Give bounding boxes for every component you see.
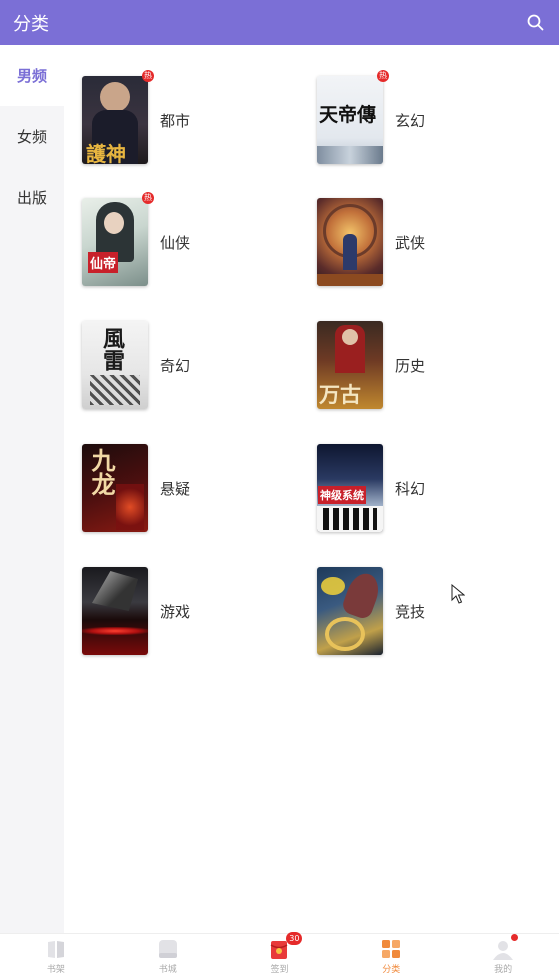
category-grid: 護神 热 都市 天帝傳 热 玄幻 仙帝 热 仙侠 武侠 風雷 奇幻 万古 历史 … (64, 45, 559, 933)
category-item-youxi[interactable]: 游戏 (82, 566, 282, 656)
category-item-dushi[interactable]: 護神 热 都市 (82, 70, 282, 165)
cover-title: 万古 (319, 382, 361, 407)
category-item-lishi[interactable]: 万古 历史 (317, 320, 517, 410)
cover-title: 神级系统 (318, 486, 366, 504)
category-label: 都市 (160, 111, 191, 130)
book-cover: 風雷 (82, 321, 148, 409)
tab-category[interactable]: 分类 (335, 934, 447, 978)
book-cover (317, 567, 383, 655)
cover-title: 仙帝 (88, 252, 119, 273)
category-item-xuanyi[interactable]: 九龙 悬疑 (82, 443, 282, 533)
category-label: 游戏 (160, 602, 191, 621)
book-cover (82, 567, 148, 655)
mouse-cursor-icon (451, 584, 465, 604)
sidebar-item-label: 男频 (16, 67, 47, 85)
sidebar-item-label: 出版 (16, 189, 47, 207)
category-item-wuxia[interactable]: 武侠 (317, 197, 517, 287)
tab-label: 我的 (494, 965, 513, 975)
category-label: 仙侠 (160, 233, 191, 252)
sidebar-item-publish[interactable]: 出版 (0, 167, 64, 228)
sidebar-item-male[interactable]: 男频 (0, 45, 64, 106)
cover-title: 九龙 (87, 448, 116, 496)
book-cover: 万古 (317, 321, 383, 409)
book-cover: 護神 热 (82, 70, 154, 164)
category-sidebar: 男频 女频 出版 (0, 45, 64, 933)
cover-title: 天帝傳 (319, 104, 377, 126)
category-item-xianxia[interactable]: 仙帝 热 仙侠 (82, 192, 282, 287)
category-item-kehuan[interactable]: 神级系统 科幻 (317, 443, 517, 533)
book-cover (317, 198, 383, 286)
tab-profile[interactable]: 我的 (447, 934, 559, 978)
category-label: 奇幻 (160, 356, 191, 375)
hot-badge: 热 (377, 70, 389, 82)
category-label: 科幻 (395, 479, 426, 498)
category-label: 历史 (395, 356, 426, 375)
page-title: 分类 (13, 13, 49, 35)
category-item-jingji[interactable]: 竞技 (317, 566, 517, 656)
book-icon (45, 938, 67, 960)
sidebar-item-female[interactable]: 女频 (0, 106, 64, 167)
bottom-tab-bar: 书架 书城 30 签到 分类 我的 (0, 932, 559, 978)
tab-checkin[interactable]: 30 签到 (224, 932, 336, 978)
grid-icon (380, 938, 402, 960)
notification-dot (511, 934, 519, 941)
tab-label: 分类 (382, 965, 401, 975)
category-item-xuanhuan[interactable]: 天帝傳 热 玄幻 (317, 70, 517, 165)
category-label: 竞技 (395, 602, 426, 621)
category-label: 武侠 (395, 233, 426, 252)
cover-title: 風雷 (99, 327, 125, 371)
sidebar-item-label: 女频 (16, 128, 47, 146)
tab-label: 书城 (158, 965, 177, 975)
category-label: 玄幻 (395, 111, 426, 130)
cover-title: 護神 (86, 142, 126, 164)
book-cover: 天帝傳 热 (317, 70, 389, 164)
search-icon (527, 14, 543, 31)
category-label: 悬疑 (160, 479, 191, 498)
book-cover: 神级系统 (317, 444, 383, 532)
hot-badge: 热 (142, 192, 154, 204)
tab-label: 签到 (270, 965, 289, 975)
tab-bookstore[interactable]: 书城 (112, 934, 224, 978)
red-envelope-icon: 30 (268, 932, 303, 960)
checkin-badge: 30 (286, 932, 303, 945)
book-cover: 仙帝 热 (82, 192, 154, 286)
top-bar: 分类 (0, 0, 559, 45)
tab-bookshelf[interactable]: 书架 (0, 934, 112, 978)
book-cover: 九龙 (82, 444, 148, 532)
user-icon (492, 934, 519, 960)
category-item-qihuan[interactable]: 風雷 奇幻 (82, 320, 282, 410)
tab-label: 书架 (46, 965, 65, 975)
store-icon (157, 938, 179, 960)
hot-badge: 热 (142, 70, 154, 82)
search-button[interactable] (523, 11, 547, 35)
